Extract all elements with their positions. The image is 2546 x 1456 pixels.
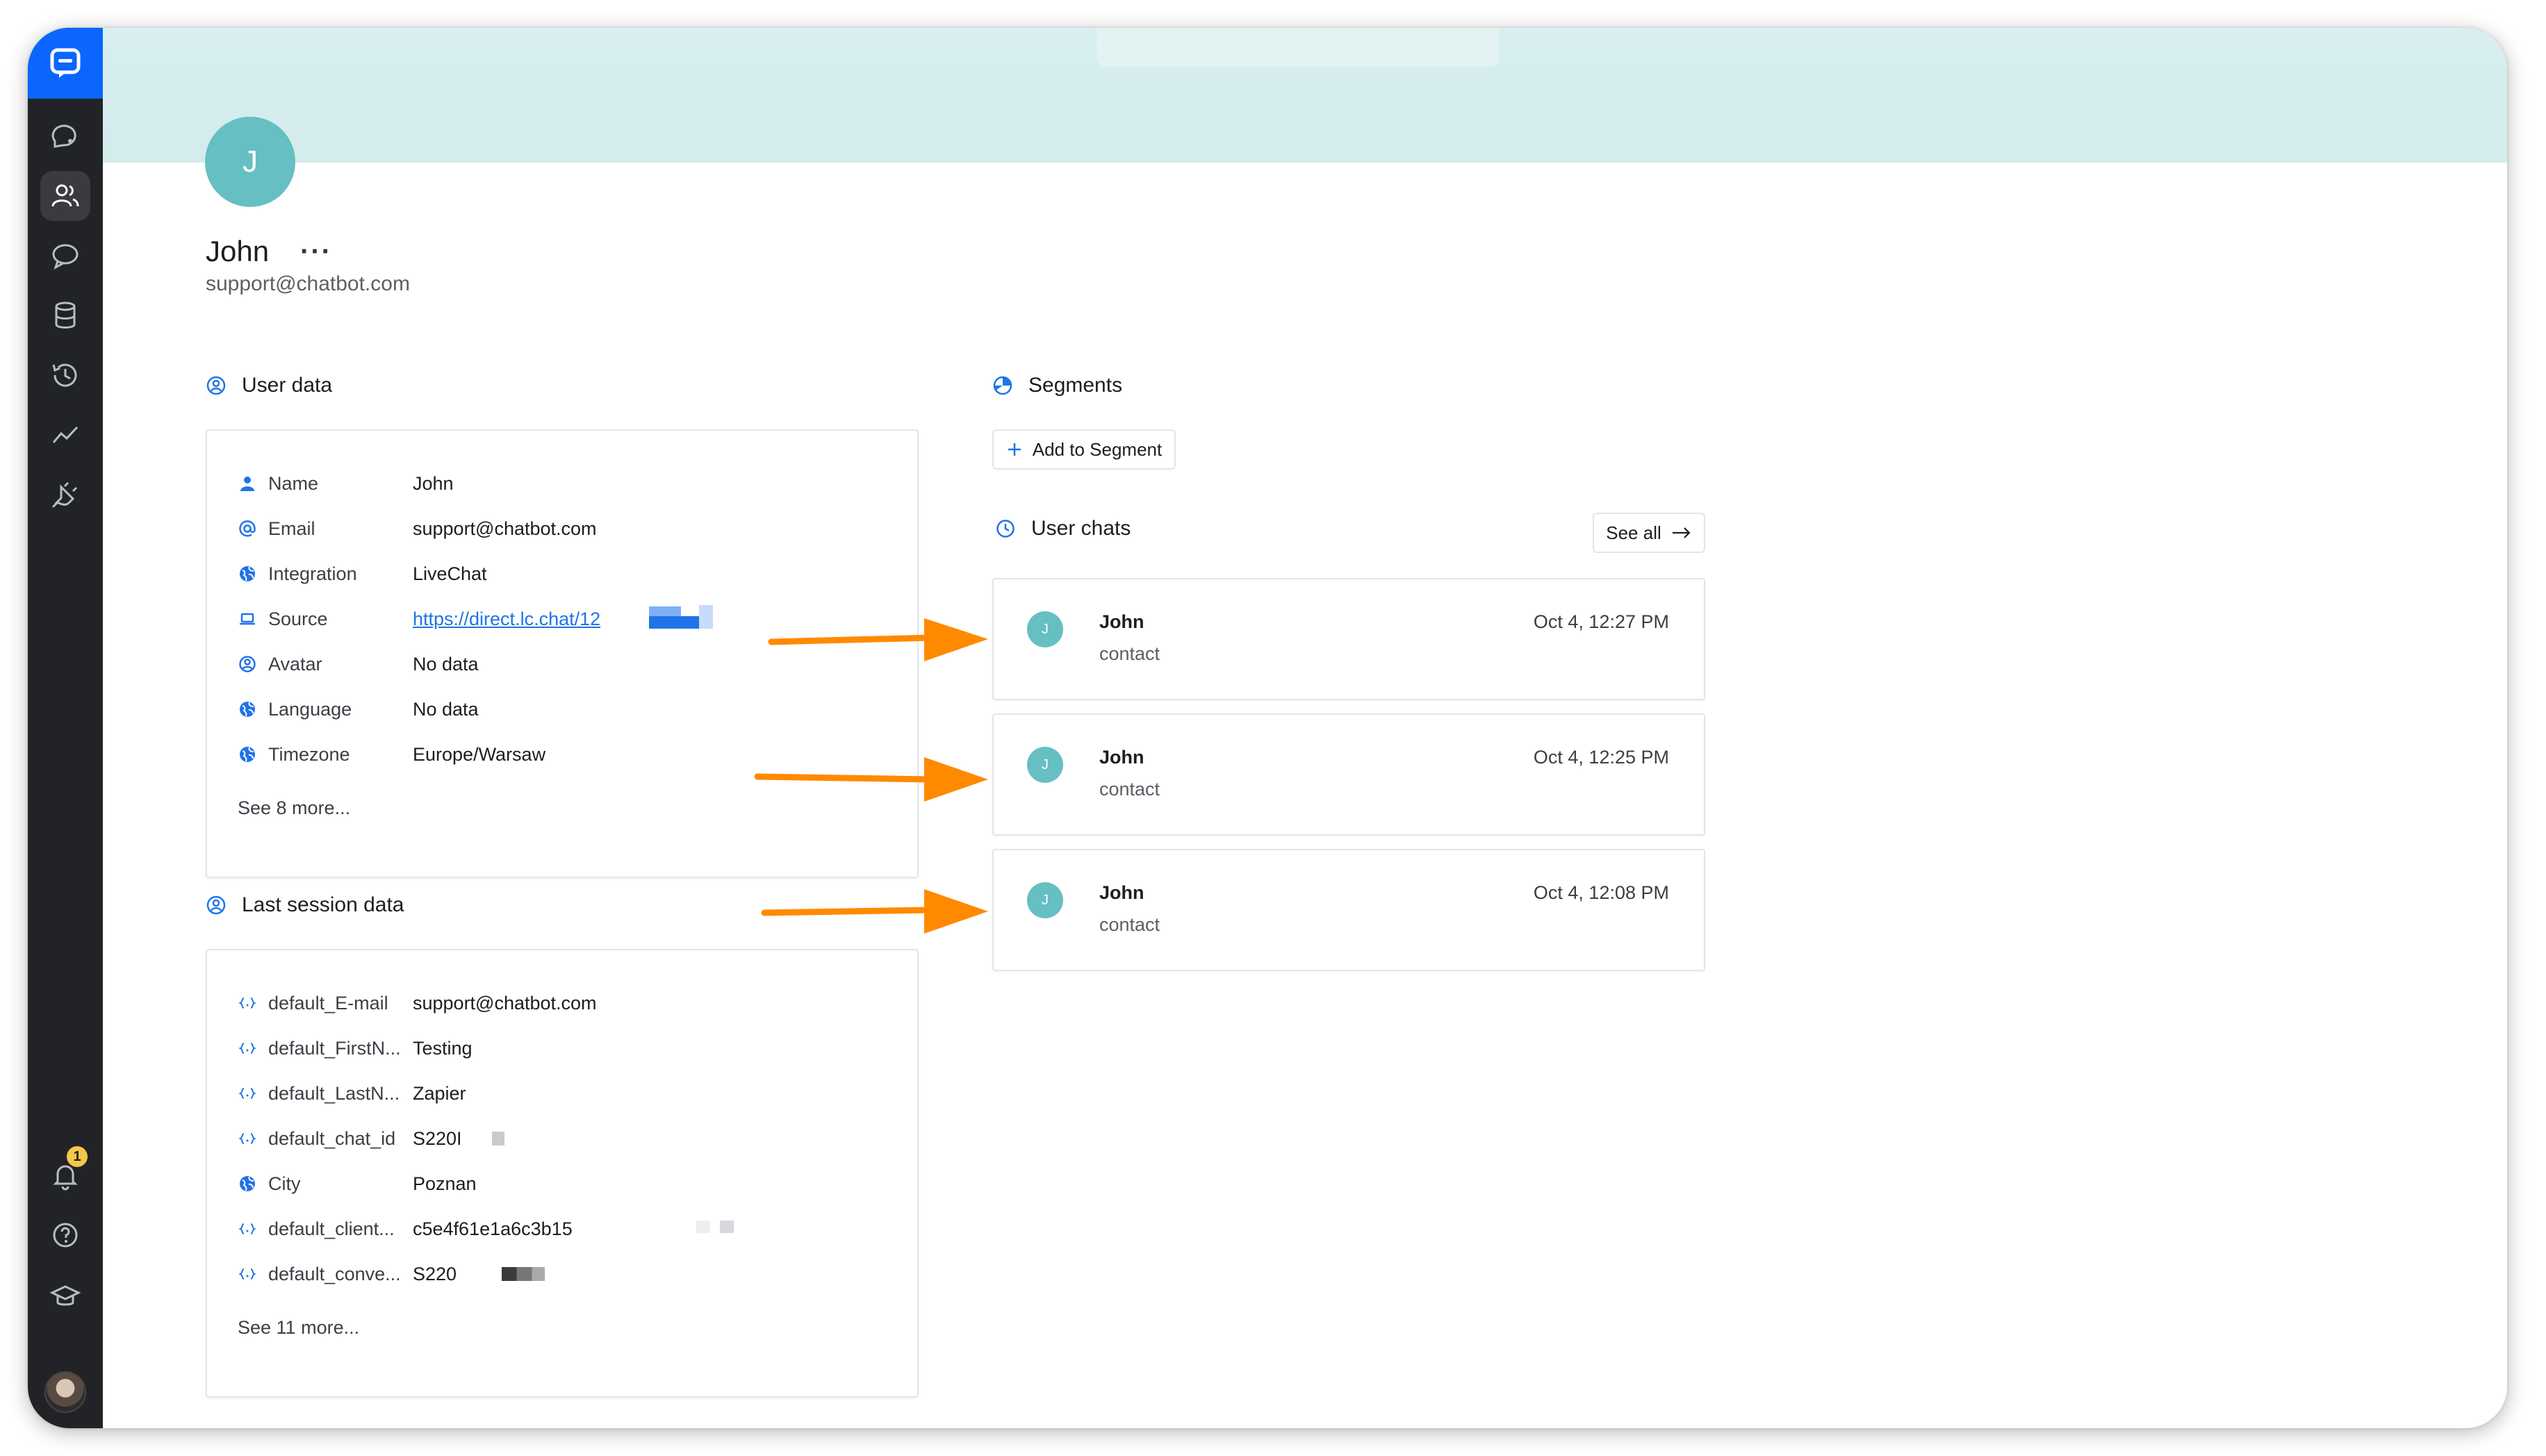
last-session-heading: Last session data xyxy=(206,893,404,917)
last-session-title: Last session data xyxy=(242,893,404,916)
main-content: J John ··· support@chatbot.com User data… xyxy=(103,28,2507,1428)
session-row: City Poznan xyxy=(238,1170,477,1198)
braces-icon xyxy=(238,1219,257,1239)
source-link[interactable]: https://direct.lc.chat/12 xyxy=(413,609,600,630)
arrow-right-icon xyxy=(1672,527,1691,538)
redacted-block xyxy=(720,1221,734,1233)
user-circle-icon xyxy=(238,654,257,674)
account-avatar[interactable] xyxy=(44,1371,86,1413)
annotation-arrow-icon xyxy=(768,618,988,661)
globe-icon xyxy=(238,745,257,764)
braces-icon xyxy=(238,1264,257,1284)
redacted-block xyxy=(502,1267,545,1281)
chat-time: Oct 4, 12:25 PM xyxy=(1533,747,1669,768)
profile-email: support@chatbot.com xyxy=(206,272,410,295)
chat-name: John xyxy=(1099,747,1144,768)
session-row: default_conve... S220 xyxy=(238,1260,545,1288)
person-icon xyxy=(238,474,257,493)
chat-name: John xyxy=(1099,882,1144,903)
annotation-arrow-icon xyxy=(754,757,988,802)
chats-icon[interactable] xyxy=(40,111,90,161)
user-data-row-avatar: Avatar No data xyxy=(238,650,479,678)
user-data-row-source: Source https://direct.lc.chat/12 xyxy=(238,605,713,633)
session-row: default_client... c5e4f61e1a6c3b15 xyxy=(238,1215,734,1243)
chat-list-item[interactable]: J John contact Oct 4, 12:25 PM xyxy=(992,713,1705,836)
user-data-row-timezone: Timezone Europe/Warsaw xyxy=(238,741,545,768)
sidebar: 1 xyxy=(28,28,103,1428)
chat-role: contact xyxy=(1099,914,1160,935)
app-window: 1 J John ··· support@chatbot.com User da… xyxy=(28,28,2507,1428)
clock-icon xyxy=(996,520,1015,538)
chat-time: Oct 4, 12:08 PM xyxy=(1533,882,1669,903)
braces-icon xyxy=(238,1039,257,1058)
user-chats-title: User chats xyxy=(1031,517,1131,540)
annotation-arrow-icon xyxy=(761,889,988,934)
reports-icon[interactable] xyxy=(40,410,90,460)
user-data-row-email: Email support@chatbot.com xyxy=(238,515,597,543)
at-icon xyxy=(238,519,257,538)
profile-name: John xyxy=(206,235,270,267)
plus-icon xyxy=(1008,443,1021,456)
academy-icon[interactable] xyxy=(40,1271,90,1321)
session-row: default_FirstN... Testing xyxy=(238,1034,473,1062)
globe-icon xyxy=(238,564,257,584)
notifications-icon[interactable]: 1 xyxy=(40,1146,90,1200)
chatbot-logo-icon xyxy=(50,48,81,78)
chatbot-logo[interactable] xyxy=(28,28,103,99)
braces-icon xyxy=(238,1084,257,1103)
user-data-title: User data xyxy=(242,374,333,397)
braces-icon xyxy=(238,993,257,1013)
chat-role: contact xyxy=(1099,779,1160,800)
braces-icon xyxy=(238,1129,257,1148)
redacted-block xyxy=(649,616,699,629)
user-data-heading: User data xyxy=(206,374,332,397)
session-row: default_chat_id S220I xyxy=(238,1125,504,1152)
add-to-segment-button[interactable]: Add to Segment xyxy=(992,429,1176,470)
pie-chart-icon xyxy=(993,376,1012,395)
user-data-row-language: Language No data xyxy=(238,695,479,723)
see-more-session-data[interactable]: See 11 more... xyxy=(238,1317,359,1339)
help-icon[interactable] xyxy=(40,1210,90,1260)
chat-avatar: J xyxy=(1027,611,1063,647)
chat-list-item[interactable]: J John contact Oct 4, 12:27 PM xyxy=(992,578,1705,700)
see-all-button[interactable]: See all xyxy=(1593,513,1705,553)
segments-heading: Segments xyxy=(992,374,1122,397)
user-circle-icon xyxy=(206,376,226,395)
chat-list-item[interactable]: J John contact Oct 4, 12:08 PM xyxy=(992,849,1705,971)
user-chats-heading: User chats xyxy=(995,517,1131,540)
users-icon[interactable] xyxy=(40,171,90,221)
chat-role: contact xyxy=(1099,643,1160,664)
laptop-icon xyxy=(238,609,257,629)
chat-avatar: J xyxy=(1027,747,1063,783)
profile-avatar: J xyxy=(205,117,295,207)
segments-title: Segments xyxy=(1028,374,1123,397)
database-icon[interactable] xyxy=(40,290,90,340)
session-row: default_LastN... Zapier xyxy=(238,1079,466,1107)
notification-badge: 1 xyxy=(67,1146,88,1167)
chat-name: John xyxy=(1099,611,1144,632)
session-row: default_E-mail support@chatbot.com xyxy=(238,989,597,1017)
redacted-block xyxy=(699,605,713,629)
history-icon[interactable] xyxy=(40,350,90,400)
stories-icon[interactable] xyxy=(40,231,90,281)
chat-avatar: J xyxy=(1027,882,1063,918)
user-circle-icon xyxy=(206,895,226,915)
more-options-button[interactable]: ··· xyxy=(300,236,332,267)
see-more-user-data[interactable]: See 8 more... xyxy=(238,797,350,819)
integrations-icon[interactable] xyxy=(40,470,90,520)
redacted-block xyxy=(492,1132,504,1145)
user-data-row-integration: Integration LiveChat xyxy=(238,560,487,588)
redacted-block xyxy=(696,1221,710,1233)
globe-icon xyxy=(238,1174,257,1193)
user-data-row-name: Name John xyxy=(238,470,454,497)
top-bar-pill xyxy=(1097,28,1500,67)
globe-icon xyxy=(238,700,257,719)
chat-time: Oct 4, 12:27 PM xyxy=(1533,611,1669,632)
last-session-card: default_E-mail support@chatbot.com defau… xyxy=(206,949,919,1398)
